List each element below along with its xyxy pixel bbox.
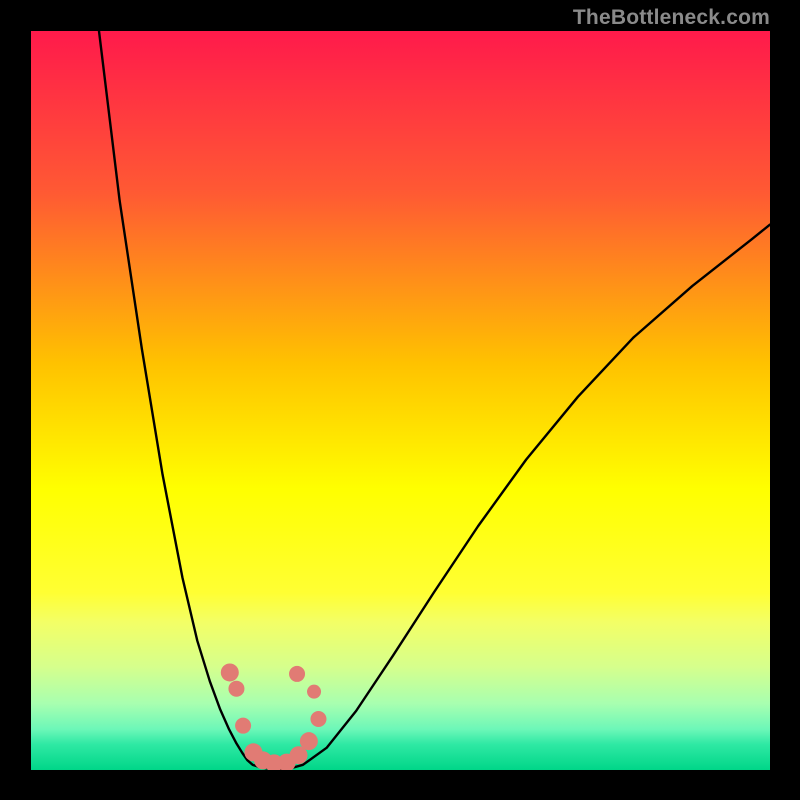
- data-marker: [235, 718, 251, 734]
- bottleneck-curve: [99, 31, 770, 769]
- data-marker: [228, 681, 244, 697]
- data-marker: [300, 732, 318, 750]
- chart-svg: [31, 31, 770, 770]
- data-marker: [310, 711, 326, 727]
- data-marker: [289, 666, 305, 682]
- data-marker: [221, 663, 239, 681]
- watermark-text: TheBottleneck.com: [573, 6, 770, 30]
- plot-area: [31, 31, 770, 770]
- chart-frame: TheBottleneck.com: [0, 0, 800, 800]
- data-marker: [307, 685, 321, 699]
